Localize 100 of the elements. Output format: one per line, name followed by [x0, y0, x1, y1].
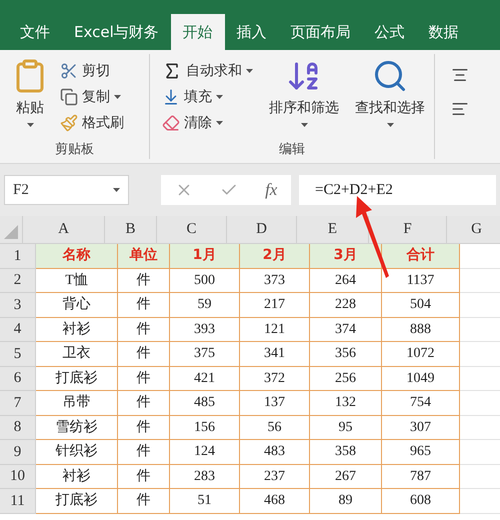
table-cell: 3月 [310, 244, 382, 268]
row-header[interactable]: 5 [0, 342, 36, 366]
table-cell: 件 [118, 293, 170, 318]
table-cell: 267 [310, 464, 382, 489]
table-cell: 单位 [118, 244, 170, 268]
table-cell: 754 [382, 391, 460, 416]
table-cell: 1月 [170, 244, 240, 268]
table-cell: 1049 [382, 366, 460, 391]
table-cell: 件 [118, 440, 170, 464]
ribbon-button[interactable]: 粘贴 [8, 58, 52, 127]
table-cell: 件 [118, 391, 170, 416]
table-cell: 件 [118, 268, 170, 293]
ribbon-tab[interactable]: 公式 [362, 14, 417, 50]
scissors-icon [60, 62, 78, 80]
eraser-icon [162, 114, 180, 132]
row-header[interactable]: 2 [0, 268, 36, 293]
table-cell: 89 [310, 489, 382, 514]
ribbon-tab[interactable]: Excel与财务 [62, 14, 171, 50]
column-header[interactable]: B [105, 216, 157, 243]
table-cell: 393 [170, 318, 240, 342]
table-cell: 356 [310, 342, 382, 366]
function-icon[interactable]: fx [265, 177, 278, 203]
row-header[interactable]: 6 [0, 366, 36, 391]
ribbon-tab[interactable]: 数据 [416, 14, 471, 50]
table-cell: 打底衫 [36, 489, 118, 514]
table-cell: 名称 [36, 244, 118, 268]
table-cell: 卫衣 [36, 342, 118, 366]
table-cell: 51 [170, 489, 240, 514]
table-cell: 132 [310, 391, 382, 416]
ribbon-tab[interactable]: 插入 [224, 14, 279, 50]
table-cell: 375 [170, 342, 240, 366]
column-header[interactable]: G [447, 216, 500, 243]
table-cell: 256 [310, 366, 382, 391]
row-header[interactable]: 4 [0, 318, 36, 342]
table-cell: 121 [240, 318, 310, 342]
caret-icon [300, 123, 308, 127]
caret-icon [114, 95, 121, 99]
column-header[interactable]: C [157, 216, 227, 243]
table-cell: 283 [170, 464, 240, 489]
cell-reference: F2 [13, 180, 29, 200]
table-cell: 件 [118, 318, 170, 342]
table-cell: 504 [382, 293, 460, 318]
ribbon-button[interactable]: 剪切 [56, 58, 128, 84]
row-header[interactable]: 7 [0, 391, 36, 416]
table-cell: 件 [118, 489, 170, 514]
search-icon [372, 58, 408, 94]
ribbon-button[interactable]: 自动求和 [158, 58, 257, 84]
ribbon-button[interactable]: 格式刷 [56, 110, 128, 136]
table-cell: 965 [382, 440, 460, 464]
table-cell: 件 [118, 342, 170, 366]
table-cell: 件 [118, 416, 170, 440]
align-icon[interactable] [451, 66, 469, 84]
table-cell: 264 [310, 268, 382, 293]
table-cell: 137 [240, 391, 310, 416]
table-cell: 合计 [382, 244, 460, 268]
table-cell: 1072 [382, 342, 460, 366]
row-header[interactable]: 8 [0, 416, 36, 440]
table-cell: 件 [118, 366, 170, 391]
align-icon[interactable] [451, 100, 469, 118]
table-cell: 608 [382, 489, 460, 514]
row-header[interactable]: 9 [0, 440, 36, 464]
select-all-icon[interactable] [4, 225, 18, 239]
column-header[interactable]: A [23, 216, 105, 243]
row-header[interactable]: 10 [0, 464, 36, 489]
table-cell: 888 [382, 318, 460, 342]
row-header[interactable]: 3 [0, 293, 36, 318]
ribbon-button[interactable]: 填充 [158, 84, 257, 110]
caret-icon [386, 123, 394, 127]
table-cell: 341 [240, 342, 310, 366]
table-cell: 59 [170, 293, 240, 318]
table-cell: 485 [170, 391, 240, 416]
table-cell: 156 [170, 416, 240, 440]
table-cell: 421 [170, 366, 240, 391]
table-cell: 124 [170, 440, 240, 464]
column-header[interactable]: D [227, 216, 297, 243]
table-cell: 衬衫 [36, 464, 118, 489]
row-header[interactable]: 1 [0, 244, 36, 268]
row-header[interactable]: 11 [0, 489, 36, 514]
paintbrush-icon [60, 114, 78, 132]
ribbon-tab[interactable]: 开始 [170, 14, 225, 50]
formula-field[interactable]: =C2+D2+E2 [299, 175, 496, 205]
ribbon-button[interactable]: 排序和筛选 [265, 58, 343, 127]
caret-icon [246, 69, 253, 73]
ribbon-button[interactable]: 查找和选择 [351, 58, 429, 127]
name-box[interactable]: F2 [4, 175, 129, 205]
table-cell: 483 [240, 440, 310, 464]
ribbon-tab[interactable]: 文件 [8, 14, 62, 50]
table-cell: 95 [310, 416, 382, 440]
down-arrow-icon [162, 88, 180, 106]
ribbon-button[interactable]: 清除 [158, 110, 257, 136]
table-cell: 件 [118, 464, 170, 489]
copy-icon [60, 88, 78, 106]
table-cell: 2月 [240, 244, 310, 268]
table-cell: 针织衫 [36, 440, 118, 464]
ribbon-tab[interactable]: 页面布局 [278, 14, 363, 50]
table-cell: 吊带 [36, 391, 118, 416]
ribbon-button[interactable]: 复制 [56, 84, 128, 110]
table-cell: 237 [240, 464, 310, 489]
caret-icon [216, 95, 223, 99]
table-cell: T恤 [36, 268, 118, 293]
